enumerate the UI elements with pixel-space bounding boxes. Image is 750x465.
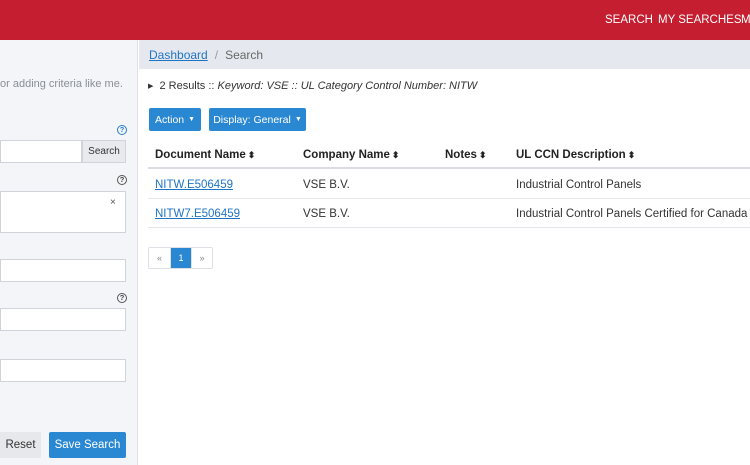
description-cell: Industrial Control Panels Certified for … — [516, 208, 748, 220]
pagination-next-button[interactable]: » — [191, 248, 212, 268]
results-count: 2 Results :: — [159, 80, 215, 92]
results-summary: ▶ 2 Results :: Keyword: VSE :: UL Catego… — [148, 80, 477, 92]
breadcrumb-dashboard-link[interactable]: Dashboard — [149, 48, 208, 62]
sort-icon[interactable]: ⬍ — [479, 150, 487, 160]
caret-down-icon: ▼ — [294, 116, 302, 123]
display-dropdown-button[interactable]: Display: General ▼ — [209, 108, 306, 131]
breadcrumb-current: Search — [225, 47, 264, 62]
column-header-document-name[interactable]: Document Name ⬍ — [155, 149, 255, 161]
nav-more-link[interactable]: M — [741, 0, 750, 40]
column-header-company-name[interactable]: Company Name ⬍ — [303, 149, 399, 161]
action-label: Action — [154, 113, 185, 126]
expand-triangle-icon[interactable]: ▶ — [148, 82, 153, 90]
keyword-search-button[interactable]: Search — [82, 140, 126, 163]
caret-down-icon: ▼ — [188, 116, 196, 123]
column-header-notes[interactable]: Notes ⬍ — [445, 149, 487, 161]
help-icon[interactable]: ? — [117, 125, 127, 135]
breadcrumb: Dashboard / Search — [139, 40, 750, 69]
results-table-header: Document Name ⬍ Company Name ⬍ Notes ⬍ UL C… — [148, 140, 750, 169]
column-header-ul-ccn-description[interactable]: UL CCN Description ⬍ — [516, 149, 635, 161]
results-criteria: Keyword: VSE :: UL Category Control Numb… — [217, 80, 478, 92]
table-row: NITW7.E506459 VSE B.V. Industrial Contro… — [148, 199, 750, 228]
display-label: Display: General — [213, 113, 291, 126]
search-sidebar: or adding criteria like me. ? Search ? ×… — [0, 40, 138, 465]
pagination: « 1 » — [148, 247, 213, 269]
company-name-cell: VSE B.V. — [303, 208, 350, 220]
help-icon[interactable]: ? — [117, 175, 127, 185]
category-tag-field[interactable] — [0, 191, 126, 233]
sort-icon[interactable]: ⬍ — [628, 150, 636, 160]
criteria-input[interactable] — [0, 308, 126, 331]
pagination-prev-button[interactable]: « — [149, 248, 170, 268]
document-link[interactable]: NITW.E506459 — [155, 179, 233, 191]
reset-button[interactable]: Reset — [0, 432, 41, 458]
clear-icon[interactable]: × — [110, 197, 116, 208]
table-row: NITW.E506459 VSE B.V. Industrial Control… — [148, 170, 750, 199]
sidebar-hint-text: or adding criteria like me. — [0, 78, 123, 90]
sort-icon[interactable]: ⬍ — [392, 150, 400, 160]
criteria-input[interactable] — [0, 259, 126, 282]
document-link[interactable]: NITW7.E506459 — [155, 208, 240, 220]
nav-my-searches-link[interactable]: MY SEARCHES — [658, 0, 742, 40]
criteria-input[interactable] — [0, 359, 126, 382]
sort-icon[interactable]: ⬍ — [248, 150, 256, 160]
pagination-page-button[interactable]: 1 — [170, 248, 191, 268]
help-icon[interactable]: ? — [117, 293, 127, 303]
keyword-input[interactable] — [0, 140, 82, 163]
nav-search-link[interactable]: SEARCH — [605, 0, 653, 40]
description-cell: Industrial Control Panels — [516, 179, 642, 191]
save-search-button[interactable]: Save Search — [49, 432, 126, 458]
breadcrumb-separator: / — [214, 47, 219, 62]
company-name-cell: VSE B.V. — [303, 179, 350, 191]
action-dropdown-button[interactable]: Action ▼ — [149, 108, 201, 131]
